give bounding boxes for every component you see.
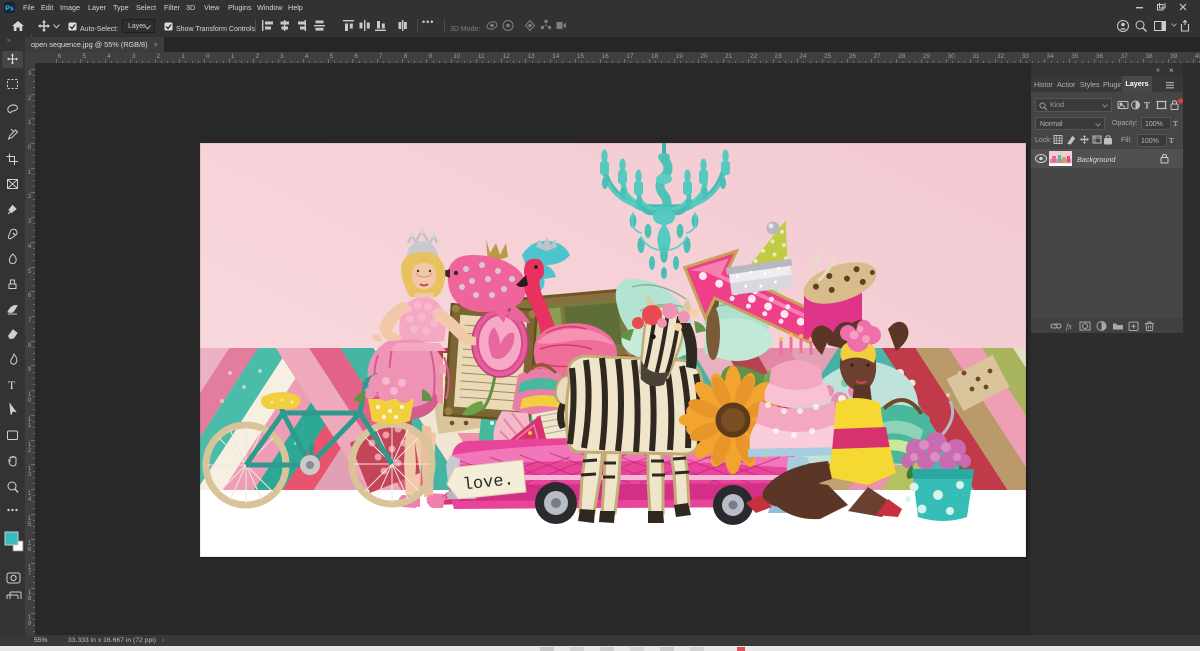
svg-text:fx: fx xyxy=(1066,322,1072,331)
svg-text:T: T xyxy=(1144,101,1150,111)
svg-text:Ps: Ps xyxy=(5,6,14,13)
svg-text:T: T xyxy=(8,378,16,392)
